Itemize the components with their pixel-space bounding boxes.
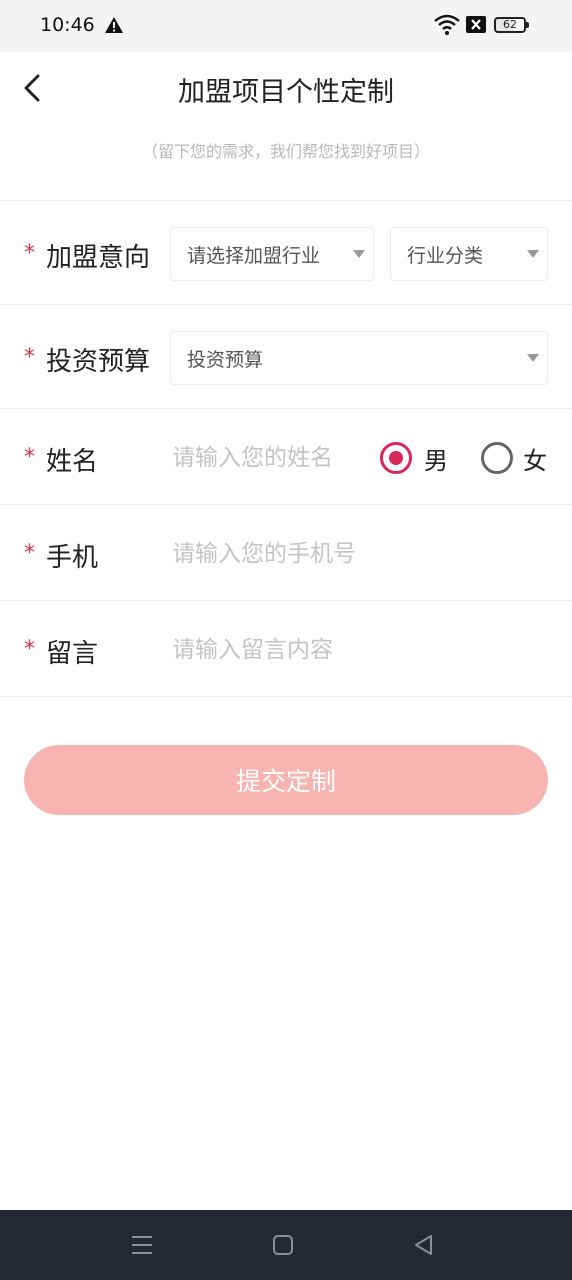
message-row: * 留言	[0, 600, 572, 697]
gender-male-radio[interactable]	[380, 442, 412, 474]
budget-select-value: 投资预算	[187, 349, 264, 371]
name-input[interactable]	[172, 438, 362, 478]
battery-icon: 62	[494, 17, 529, 33]
battery-level: 62	[503, 18, 517, 31]
intent-label: 加盟意向	[46, 243, 151, 273]
system-nav-bar	[0, 1210, 572, 1280]
required-mark: *	[24, 345, 35, 370]
nav-header: 加盟项目个性定制	[0, 52, 572, 124]
phone-input[interactable]	[172, 534, 542, 574]
phone-row: * 手机	[0, 504, 572, 601]
message-input[interactable]	[172, 630, 542, 670]
dropdown-caret-icon	[527, 354, 539, 362]
budget-label: 投资预算	[46, 347, 151, 377]
submit-button[interactable]: 提交定制	[24, 745, 548, 815]
dropdown-caret-icon	[527, 250, 539, 258]
dropdown-caret-icon	[353, 250, 365, 258]
budget-select[interactable]: 投资预算	[170, 331, 548, 385]
name-row: * 姓名 男 女	[0, 408, 572, 505]
wifi-icon	[434, 14, 460, 35]
status-bar: 10:46 62	[0, 0, 572, 52]
back-icon[interactable]	[411, 1232, 437, 1258]
status-time: 10:46	[40, 14, 95, 36]
industry-select-value: 请选择加盟行业	[187, 245, 321, 267]
phone-label: 手机	[46, 543, 99, 573]
intent-row: * 加盟意向 请选择加盟行业 行业分类	[0, 200, 572, 305]
required-mark: *	[24, 445, 35, 470]
page-subtitle: （留下您的需求，我们帮您找到好项目）	[141, 142, 430, 161]
gender-male-label[interactable]: 男	[424, 441, 448, 476]
name-label: 姓名	[46, 447, 99, 477]
category-select-value: 行业分类	[407, 245, 484, 267]
home-icon[interactable]	[270, 1232, 296, 1258]
message-label: 留言	[46, 639, 99, 669]
required-mark: *	[24, 241, 35, 266]
industry-select[interactable]: 请选择加盟行业	[170, 227, 374, 281]
required-mark: *	[24, 541, 35, 566]
budget-row: * 投资预算 投资预算	[0, 304, 572, 409]
sim-off-icon	[466, 16, 486, 33]
category-select[interactable]: 行业分类	[390, 227, 548, 281]
required-mark: *	[24, 637, 35, 662]
warning-icon	[105, 17, 123, 33]
menu-icon[interactable]	[129, 1232, 155, 1258]
gender-female-radio[interactable]	[481, 442, 513, 474]
gender-female-label[interactable]: 女	[523, 441, 547, 476]
page-title: 加盟项目个性定制	[178, 77, 394, 108]
